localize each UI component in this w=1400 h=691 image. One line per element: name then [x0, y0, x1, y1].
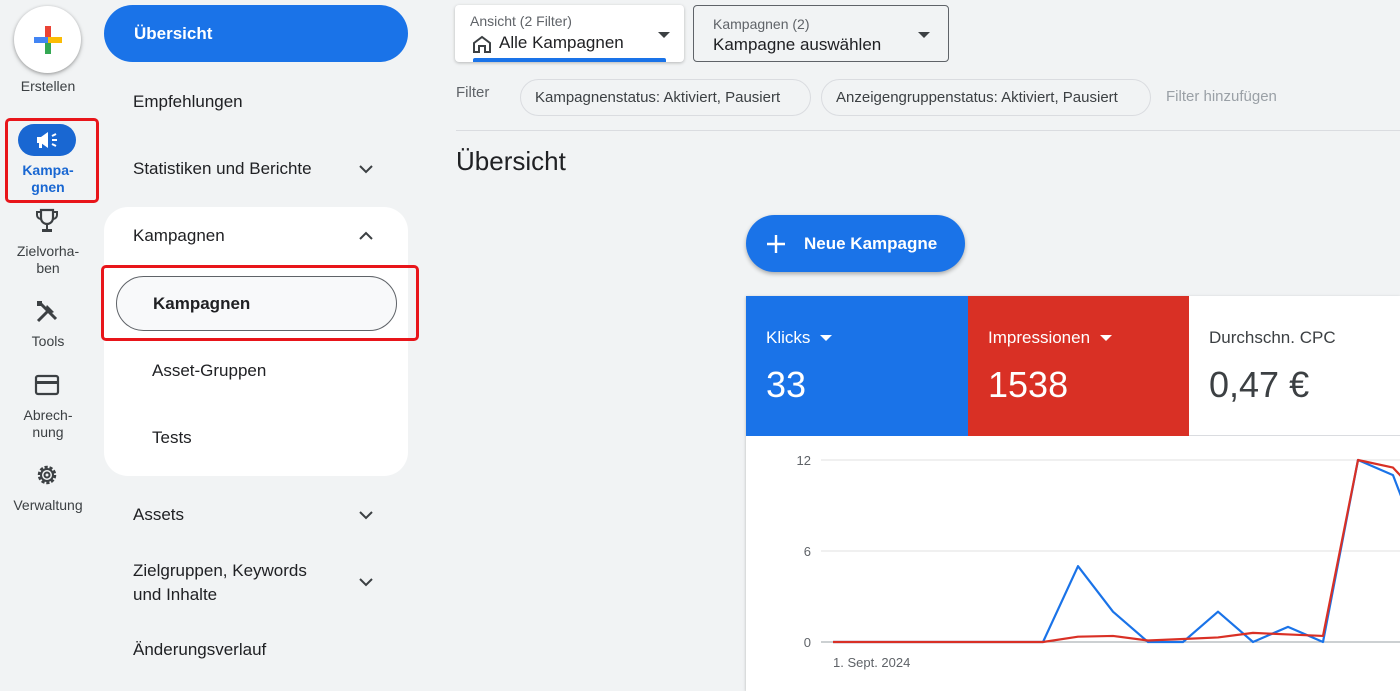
filter-chip-adgroup-status[interactable]: Anzeigengruppenstatus: Aktiviert, Pausie…: [821, 79, 1151, 116]
filter-chip-campaign-status[interactable]: Kampagnenstatus: Aktiviert, Pausiert: [520, 79, 811, 116]
nav-recommendations[interactable]: Empfehlungen: [133, 92, 243, 112]
metric-impressions[interactable]: Impressionen 1538: [968, 296, 1189, 436]
dropdown-arrow-icon: [918, 32, 930, 38]
view-selector-indicator: [473, 58, 666, 62]
tools-icon: [36, 301, 58, 323]
campaign-selector-caption: Kampagnen (2): [713, 16, 810, 32]
home-icon: [473, 35, 491, 53]
metric-value: 1538: [988, 364, 1069, 405]
x-tick-label: 1. Sept. 2024: [833, 655, 910, 670]
metric-name: Durchschn. CPC: [1209, 328, 1336, 347]
view-selector-caption: Ansicht (2 Filter): [470, 13, 572, 29]
metric-cpc[interactable]: Durchschn. CPC 0,47 €: [1189, 296, 1400, 436]
gear-icon: [37, 465, 57, 485]
nav-audiences-line1[interactable]: Zielgruppen, Keywords: [133, 561, 307, 581]
y-tick-label: 0: [804, 635, 811, 650]
metric-name: Klicks: [766, 328, 811, 347]
chevron-up-icon[interactable]: [356, 226, 376, 246]
metric-value: 33: [766, 364, 807, 405]
trophy-icon: [36, 208, 58, 232]
nav-overview[interactable]: Übersicht: [104, 5, 408, 62]
y-tick-label: 6: [804, 544, 811, 559]
rail-item-goals[interactable]: [30, 207, 64, 235]
new-campaign-button[interactable]: Neue Kampagne: [746, 215, 965, 272]
nav-sub-tests[interactable]: Tests: [152, 428, 192, 448]
dropdown-arrow-icon[interactable]: [820, 335, 833, 341]
page-title: Übersicht: [456, 146, 566, 176]
view-selector-value: Alle Kampagnen: [499, 33, 624, 52]
view-selector[interactable]: Ansicht (2 Filter) Alle Kampagnen: [455, 5, 684, 62]
rail-item-billing[interactable]: [30, 371, 64, 399]
add-filter-link[interactable]: Filter hinzufügen: [1166, 88, 1277, 105]
campaign-selector[interactable]: Kampagnen (2) Kampagne auswählen: [693, 5, 949, 62]
chevron-down-icon[interactable]: [356, 505, 376, 525]
y-tick-label: 12: [797, 453, 811, 468]
plus-multicolor-icon: [33, 25, 62, 54]
nav-campaigns-group-label[interactable]: Kampagnen: [133, 226, 225, 246]
credit-card-icon: [34, 374, 60, 396]
dropdown-arrow-icon: [658, 32, 670, 38]
line-chart: 12 6 0 1. Sept. 2024: [746, 436, 1400, 691]
left-rail: Erstellen Kampa-gnen Zielvorha-ben Tools: [0, 0, 99, 691]
chevron-down-icon[interactable]: [356, 159, 376, 179]
rail-label-tools: Tools: [31, 333, 65, 349]
filter-label: Filter: [456, 84, 490, 101]
rail-label-goals: Zielvorha-ben: [16, 243, 80, 276]
metric-clicks[interactable]: Klicks 33: [746, 296, 968, 436]
nav-sub-asset-groups[interactable]: Asset-Gruppen: [152, 361, 266, 381]
nav-assets[interactable]: Assets: [133, 505, 184, 525]
nav-audiences-line2[interactable]: und Inhalte: [133, 585, 217, 605]
divider: [456, 130, 1400, 131]
plus-icon: [767, 234, 785, 253]
rail-item-admin[interactable]: [30, 461, 64, 489]
rail-item-tools[interactable]: [30, 298, 64, 326]
dropdown-arrow-icon[interactable]: [1100, 335, 1113, 341]
chevron-down-icon[interactable]: [356, 572, 376, 592]
rail-label-admin: Verwaltung: [13, 497, 83, 513]
campaign-selector-value: Kampagne auswählen: [713, 35, 882, 54]
metric-name: Impressionen: [988, 328, 1091, 347]
chart-svg: 12 6 0 1. Sept. 2024: [797, 453, 1400, 670]
metric-value: 0,47 €: [1209, 364, 1310, 405]
create-label: Erstellen: [20, 78, 76, 94]
rail-label-billing: Abrech-nung: [23, 407, 73, 440]
highlight-box-rail: [5, 118, 99, 203]
highlight-box-nav: [101, 265, 419, 341]
new-campaign-label: Neue Kampagne: [804, 233, 938, 253]
nav-campaigns-group: [104, 207, 408, 476]
create-button[interactable]: [14, 6, 81, 73]
nav-change-history[interactable]: Änderungsverlauf: [133, 640, 266, 660]
nav-stats[interactable]: Statistiken und Berichte: [133, 159, 312, 179]
